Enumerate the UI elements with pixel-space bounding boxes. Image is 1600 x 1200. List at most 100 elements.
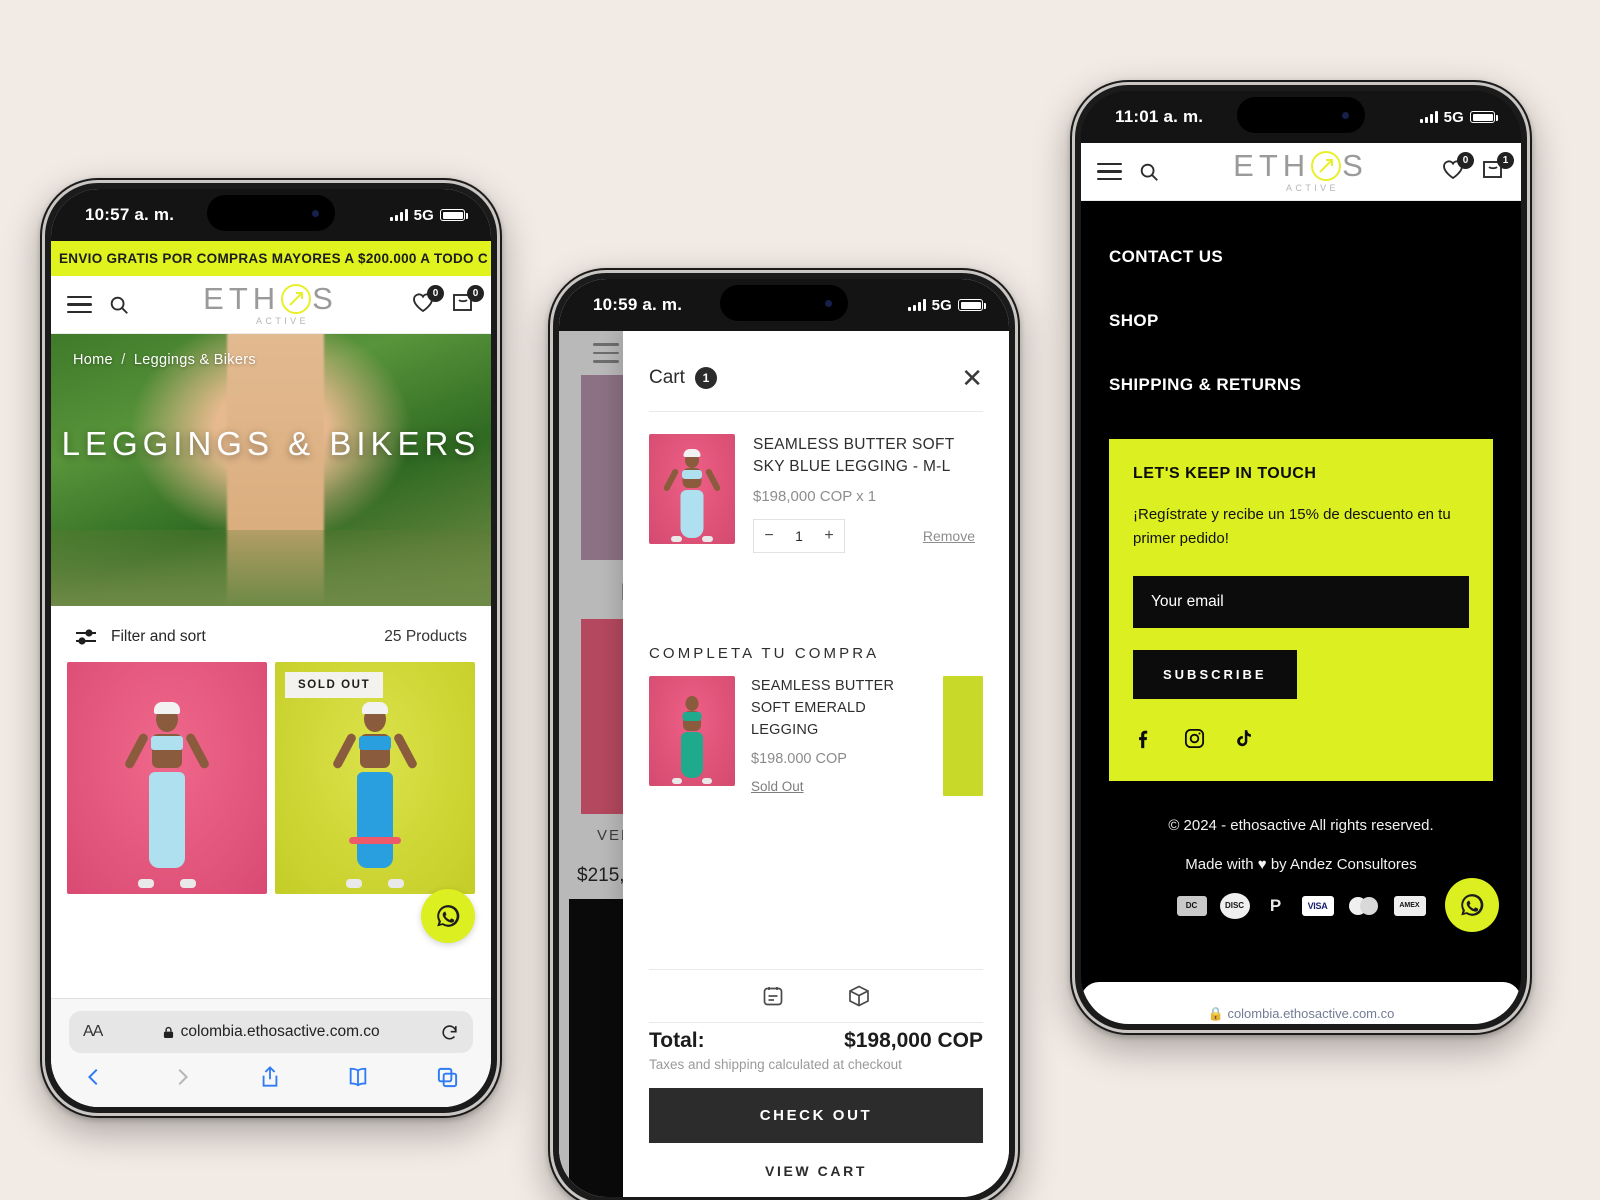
cart-item-count: 1 bbox=[694, 367, 717, 389]
breadcrumb: Home / Leggings & Bikers bbox=[73, 352, 256, 368]
text-size-button[interactable]: AA bbox=[83, 1023, 103, 1041]
phone2-screen: P VEN $215,0 Size M-L 10:59 a. m. 5G Car… bbox=[559, 279, 1009, 1197]
address-bar[interactable]: AA colombia.ethosactive.com.co bbox=[69, 1011, 473, 1053]
logo-text-after: S bbox=[312, 281, 338, 316]
phone1-screen: 10:57 a. m. 5G ENVIO GRATIS POR COMPRAS … bbox=[51, 189, 491, 1107]
upsell-thumbnail[interactable] bbox=[649, 676, 735, 786]
back-chevron-icon[interactable] bbox=[83, 1066, 105, 1088]
filter-label: Filter and sort bbox=[111, 628, 206, 645]
social-links bbox=[1133, 727, 1469, 751]
quantity-decrease-button[interactable]: − bbox=[754, 527, 784, 545]
safari-bottom-bar-3[interactable]: 🔒 colombia.ethosactive.com.co bbox=[1081, 982, 1521, 1024]
wishlist-count: 0 bbox=[1457, 152, 1474, 169]
logo-text-after: S bbox=[1342, 148, 1368, 183]
signal-icon bbox=[1419, 111, 1438, 123]
whatsapp-fab-button[interactable] bbox=[1445, 878, 1499, 932]
whatsapp-fab-button[interactable] bbox=[421, 889, 475, 943]
cart-count: 0 bbox=[467, 285, 484, 302]
tabs-icon[interactable] bbox=[436, 1066, 459, 1089]
close-icon[interactable]: ✕ bbox=[961, 365, 983, 391]
tiktok-icon[interactable] bbox=[1234, 727, 1254, 750]
upsell-next-thumbnail[interactable] bbox=[943, 676, 983, 797]
menu-item-contact-us[interactable]: CONTACT US bbox=[1109, 225, 1493, 289]
view-cart-link[interactable]: VIEW CART bbox=[623, 1143, 1009, 1197]
brand-logo[interactable]: ETH S ACTIVE bbox=[130, 283, 411, 326]
remove-item-link[interactable]: Remove bbox=[923, 528, 975, 544]
cart-title: Cart bbox=[649, 367, 685, 388]
quantity-increase-button[interactable]: + bbox=[814, 527, 844, 545]
wishlist-button[interactable]: 0 bbox=[411, 285, 444, 318]
share-icon[interactable] bbox=[259, 1065, 281, 1089]
search-icon[interactable] bbox=[1138, 161, 1160, 183]
paypal-icon: P bbox=[1269, 895, 1282, 915]
menu-item-shop[interactable]: SHOP bbox=[1109, 289, 1493, 353]
hamburger-icon[interactable] bbox=[593, 343, 619, 363]
product-card[interactable] bbox=[67, 662, 267, 894]
status-time: 10:57 a. m. bbox=[85, 205, 175, 224]
breadcrumb-home[interactable]: Home bbox=[73, 352, 113, 368]
cart-item-price: $198,000 COP x 1 bbox=[753, 488, 877, 505]
upsell-list: SEAMLESS BUTTER SOFT EMERALD LEGGING $19… bbox=[623, 662, 1009, 797]
page-title: LEGGINGS & BIKERS bbox=[61, 425, 481, 462]
wishlist-button[interactable]: 0 bbox=[1441, 152, 1474, 185]
status-indicators: 5G bbox=[1419, 109, 1498, 126]
search-icon[interactable] bbox=[108, 294, 130, 316]
brand-logo[interactable]: ETH S ACTIVE bbox=[1160, 150, 1441, 193]
phone-device-2: P VEN $215,0 Size M-L 10:59 a. m. 5G Car… bbox=[548, 268, 1020, 1200]
footer-copyright: © 2024 - ethosactive All rights reserved… bbox=[1168, 816, 1434, 834]
quantity-stepper[interactable]: − 1 + bbox=[753, 519, 845, 553]
email-field[interactable]: Your email bbox=[1133, 575, 1469, 628]
site-header-1: ETH S ACTIVE 0 0 bbox=[51, 276, 491, 334]
filter-icon bbox=[76, 629, 96, 645]
status-indicators: 5G bbox=[389, 207, 468, 224]
cart-button[interactable]: 1 bbox=[1481, 152, 1514, 185]
subscribe-button[interactable]: SUBSCRIBE bbox=[1133, 649, 1297, 699]
product-thumbnail[interactable] bbox=[649, 434, 735, 544]
phone3-status-bar: 11:01 a. m. 5G bbox=[1081, 91, 1521, 143]
url-text: colombia.ethosactive.com.co bbox=[180, 1023, 380, 1040]
upsell-item-price: $198.000 COP bbox=[751, 751, 847, 768]
sold-out-badge: SOLD OUT bbox=[285, 672, 384, 698]
hamburger-icon[interactable] bbox=[1097, 162, 1122, 181]
phone-device-1: 10:57 a. m. 5G ENVIO GRATIS POR COMPRAS … bbox=[40, 178, 502, 1118]
url-text: colombia.ethosactive.com.co bbox=[1227, 1006, 1395, 1021]
logo-text-before: ETH bbox=[1233, 148, 1311, 183]
upsell-heading: COMPLETA TU COMPRA bbox=[649, 645, 880, 662]
network-label: 5G bbox=[931, 296, 952, 314]
reload-icon[interactable] bbox=[440, 1023, 459, 1042]
cart-header: Cart 1 ✕ bbox=[623, 331, 1009, 411]
product-card[interactable]: SOLD OUT bbox=[275, 662, 475, 894]
taxes-note: Taxes and shipping calculated at checkou… bbox=[649, 1057, 902, 1072]
filter-and-sort-button[interactable]: Filter and sort bbox=[75, 628, 206, 646]
battery-icon bbox=[1470, 111, 1498, 123]
status-indicators: 5G bbox=[907, 296, 986, 314]
lock-icon bbox=[163, 1026, 173, 1038]
book-icon[interactable] bbox=[346, 1066, 370, 1088]
battery-icon bbox=[440, 209, 468, 221]
safari-toolbar bbox=[69, 1053, 473, 1091]
email-placeholder: Your email bbox=[1151, 592, 1224, 610]
package-icon[interactable] bbox=[847, 984, 871, 1008]
hamburger-icon[interactable] bbox=[67, 295, 92, 314]
total-label: Total: bbox=[649, 1029, 705, 1052]
cart-button[interactable]: 0 bbox=[451, 285, 484, 318]
instagram-icon[interactable] bbox=[1183, 727, 1206, 750]
cart-count: 1 bbox=[1497, 152, 1514, 169]
mobile-menu: CONTACT US SHOP SHIPPING & RETURNS bbox=[1081, 201, 1521, 423]
breadcrumb-current: Leggings & Bikers bbox=[133, 352, 256, 368]
phone-device-3: 11:01 a. m. 5G ETH S ACTIVE 0 1 CONTACT … bbox=[1070, 80, 1532, 1035]
url-display-3[interactable]: 🔒 colombia.ethosactive.com.co bbox=[1208, 1006, 1395, 1024]
forward-chevron-icon[interactable] bbox=[171, 1066, 193, 1088]
logo-o-mark bbox=[281, 283, 312, 314]
note-icon[interactable] bbox=[761, 984, 785, 1008]
cart-item-name: SEAMLESS BUTTER SOFT SKY BLUE LEGGING - … bbox=[753, 436, 955, 475]
upsell-sold-out-link[interactable]: Sold Out bbox=[751, 779, 804, 794]
facebook-icon[interactable] bbox=[1133, 727, 1155, 751]
status-time: 11:01 a. m. bbox=[1115, 107, 1204, 126]
amex-icon: AMEX bbox=[1393, 895, 1426, 916]
signal-icon bbox=[907, 299, 926, 311]
battery-icon bbox=[958, 299, 986, 311]
checkout-button[interactable]: CHECK OUT bbox=[649, 1088, 983, 1143]
url-display[interactable]: colombia.ethosactive.com.co bbox=[112, 1023, 430, 1041]
menu-item-shipping-returns[interactable]: SHIPPING & RETURNS bbox=[1109, 353, 1493, 417]
